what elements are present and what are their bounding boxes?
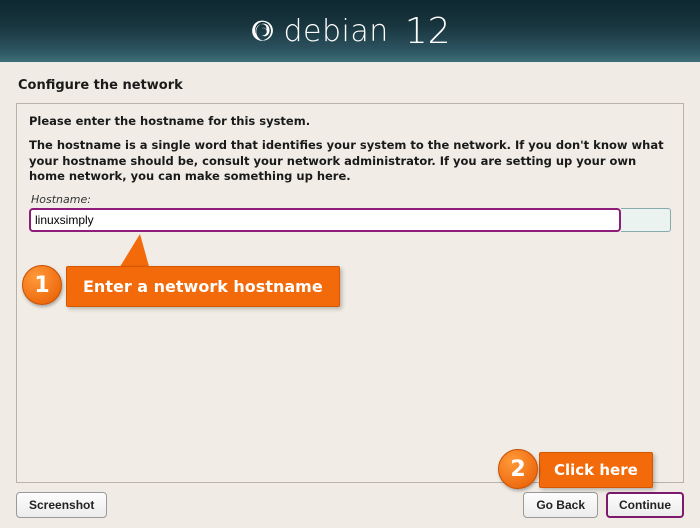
installer-header: debian 12 xyxy=(0,0,700,62)
continue-button[interactable]: Continue xyxy=(606,492,684,518)
hostname-row xyxy=(29,208,671,232)
hostname-prompt: Please enter the hostname for this syste… xyxy=(29,114,671,128)
hostname-description: The hostname is a single word that ident… xyxy=(29,138,671,185)
bottom-bar: Screenshot Go Back Continue xyxy=(16,492,684,518)
hostname-input[interactable] xyxy=(29,208,621,232)
annotation-badge-2: 2 xyxy=(498,449,538,489)
brand-name: debian xyxy=(283,14,388,49)
go-back-button[interactable]: Go Back xyxy=(523,492,598,518)
annotation-callout-1: Enter a network hostname xyxy=(66,266,340,307)
screenshot-button[interactable]: Screenshot xyxy=(16,492,107,518)
page-title: Configure the network xyxy=(0,62,700,103)
brand-version: 12 xyxy=(405,11,451,52)
annotation-badge-1: 1 xyxy=(22,265,62,305)
hostname-sidebox xyxy=(621,208,671,232)
debian-swirl-icon xyxy=(249,18,275,44)
annotation-callout-2: Click here xyxy=(539,452,653,488)
hostname-label: Hostname: xyxy=(31,193,671,206)
